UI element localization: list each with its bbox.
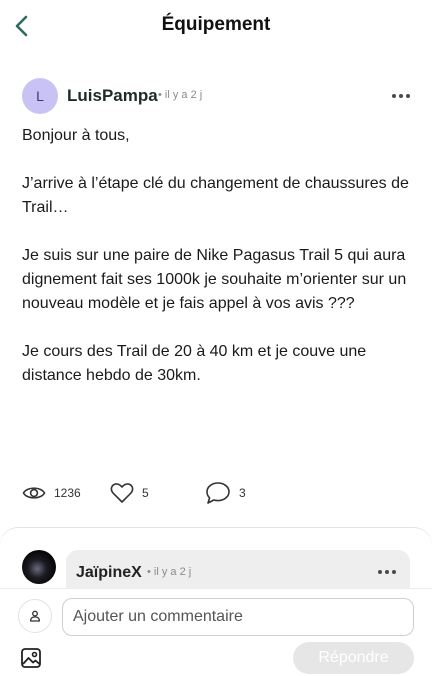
comments-button[interactable]: 3 (205, 480, 246, 506)
commenter-name[interactable]: JaïpineX (76, 564, 142, 582)
comment-timestamp: • il y a 2 j (147, 566, 192, 578)
likes-count: 5 (142, 486, 149, 500)
header: Équipement (0, 0, 432, 54)
more-dots-icon (392, 94, 396, 98)
post-timestamp: • il y a 2 j (158, 89, 203, 101)
heart-icon (110, 483, 134, 503)
eye-icon (22, 487, 46, 499)
post-paragraph: Je cours des Trail de 20 à 40 km et je c… (22, 343, 367, 384)
user-avatar-button[interactable] (18, 599, 52, 633)
comment-bubble-icon (206, 482, 230, 504)
views-stat: 1236 (22, 480, 81, 506)
more-dots-icon (378, 570, 382, 574)
page-title: Équipement (161, 14, 271, 35)
post-paragraph: Je suis sur une paire de Nike Pagasus Tr… (22, 247, 407, 312)
post-paragraph: J’arrive à l’étape clé du changement de … (22, 175, 409, 216)
comment-card: JaïpineX • il y a 2 j (66, 550, 410, 590)
reply-button[interactable]: Répondre (293, 642, 414, 674)
image-icon (21, 648, 41, 668)
author-name[interactable]: LuisPampa (67, 86, 158, 106)
user-icon (29, 610, 41, 622)
post-body: Bonjour à tous, J’arrive à l’étape clé d… (22, 124, 414, 412)
views-count: 1236 (54, 486, 81, 500)
post-author: L LuisPampa • il y a 2 j (22, 78, 412, 114)
post-more-button[interactable] (390, 86, 412, 106)
post-stats: 1236 5 3 (22, 480, 412, 506)
avatar[interactable]: L (22, 78, 58, 114)
comment-composer: Répondre (0, 588, 432, 676)
comment-more-button[interactable] (376, 562, 398, 582)
like-button[interactable]: 5 (110, 480, 149, 506)
commenter-avatar[interactable] (22, 550, 56, 584)
comment-input[interactable] (62, 598, 414, 636)
comments-count: 3 (239, 486, 246, 500)
post-paragraph: Bonjour à tous, (22, 127, 130, 144)
add-image-button[interactable] (19, 646, 43, 670)
